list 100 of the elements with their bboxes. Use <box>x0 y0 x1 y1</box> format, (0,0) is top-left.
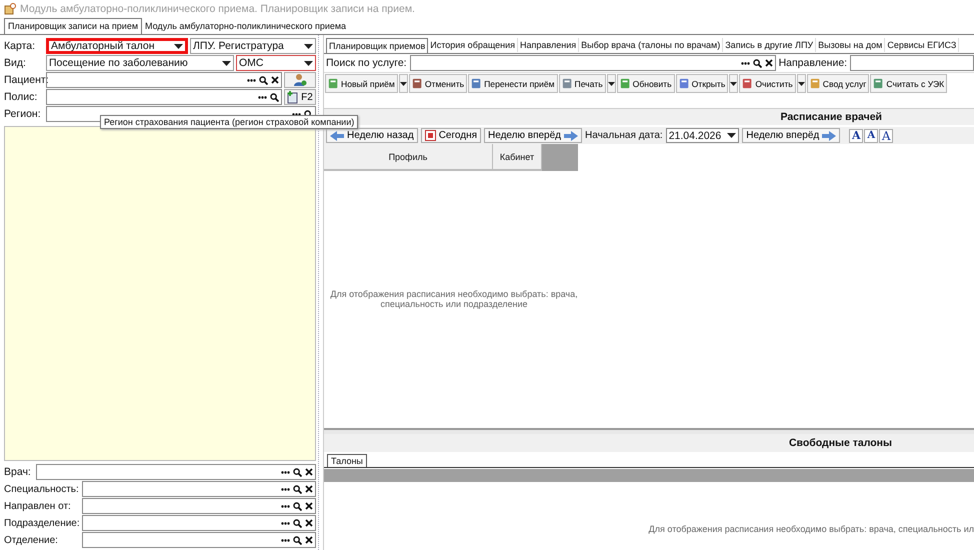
field-label: Врач: <box>4 466 32 478</box>
dropdown-arrow-icon[interactable] <box>174 44 183 48</box>
section-tab[interactable]: Направления <box>518 38 580 52</box>
lookup-field[interactable] <box>82 498 316 514</box>
section-tab[interactable]: Вызовы на дом <box>816 38 886 52</box>
service-search-field[interactable] <box>410 55 776 71</box>
dropdown-field[interactable]: ЛПУ. Регистратура <box>190 38 316 54</box>
close-icon[interactable] <box>764 59 773 67</box>
close-icon[interactable] <box>305 502 313 510</box>
person-icon <box>293 73 307 87</box>
search-icon[interactable] <box>293 536 302 544</box>
module-tab[interactable]: Планировщик записи на прием <box>4 18 142 34</box>
lookup-field[interactable] <box>82 515 316 531</box>
toolbar-button[interactable]: Обновить <box>616 74 675 93</box>
tickets-tab[interactable]: Талоны <box>327 454 367 467</box>
grid-header-fill <box>542 144 578 171</box>
font-size-button[interactable]: A <box>879 128 894 142</box>
today-button[interactable]: Сегодня <box>420 128 482 143</box>
direction-field[interactable] <box>850 55 974 71</box>
font-size-button[interactable]: A <box>849 128 864 142</box>
dropdown-arrow-icon[interactable] <box>304 44 313 48</box>
toolbar-button[interactable]: Перенести приём <box>468 74 558 93</box>
dropdown-button[interactable] <box>606 74 616 93</box>
search-icon[interactable] <box>293 502 302 510</box>
lookup-field[interactable] <box>36 464 316 480</box>
toolbar-icon <box>562 78 573 89</box>
section-tab[interactable]: Запись в другие ЛПУ <box>723 38 816 52</box>
toolbar-button[interactable]: Открыть <box>676 74 728 93</box>
window-title: Модуль амбулаторно-поликлинического приема. Планировщик записи на прием. <box>20 3 415 15</box>
empty-message: Для отображения расписания необходимо выбрать: врача, специальность ил <box>648 524 974 534</box>
dropdown-button[interactable] <box>796 74 806 93</box>
field-label: Регион: <box>4 108 42 120</box>
more-icon[interactable] <box>258 96 267 98</box>
dropdown-button[interactable] <box>729 74 738 93</box>
toolbar-icon <box>412 78 423 89</box>
dropdown-button[interactable] <box>398 74 408 93</box>
lookup-field[interactable] <box>46 89 282 105</box>
toolbar-icon <box>471 78 482 89</box>
search-icon[interactable] <box>293 468 302 476</box>
calendar-icon <box>424 130 436 141</box>
week-back-button[interactable]: Неделю назад <box>326 128 418 143</box>
lookup-field[interactable] <box>82 532 316 548</box>
section-tab[interactable]: Сервисы ЕГИСЗ <box>885 38 960 52</box>
more-icon[interactable] <box>281 538 290 542</box>
close-icon[interactable] <box>305 536 313 544</box>
toolbar-button[interactable]: Очистить <box>739 74 796 93</box>
week-forward-button[interactable]: Неделю вперёд <box>742 128 840 143</box>
search-icon[interactable] <box>752 58 762 68</box>
lookup-field[interactable] <box>82 481 316 497</box>
close-icon[interactable] <box>271 76 279 84</box>
close-icon[interactable] <box>305 519 313 527</box>
toolbar-icon <box>328 78 339 89</box>
toolbar-button[interactable]: Свод услуг <box>806 74 870 93</box>
dropdown-field[interactable]: ОМС <box>236 55 316 71</box>
more-icon[interactable] <box>247 78 256 82</box>
field-label: Вид: <box>4 57 27 69</box>
empty-message: Для отображения расписания необходимо выбрать: врача, специальность или подразделение <box>329 289 579 311</box>
toolbar-button[interactable]: Отменить <box>408 74 468 93</box>
close-icon[interactable] <box>305 468 313 476</box>
field-label: Подразделение: <box>4 518 80 528</box>
add-patient-button[interactable] <box>284 72 316 88</box>
schedule-title: Расписание врачей <box>780 111 882 123</box>
field-label: Специальность: <box>4 484 80 494</box>
search-icon[interactable] <box>293 484 302 494</box>
dropdown-arrow-icon <box>798 82 805 86</box>
date-field[interactable]: 21.04.2026 <box>666 128 740 143</box>
more-icon[interactable] <box>281 504 290 508</box>
dropdown-arrow-icon <box>727 133 736 138</box>
toolbar-button[interactable]: Считать с УЭК <box>870 74 948 93</box>
font-size-button[interactable]: A <box>864 128 878 142</box>
new-policy-button[interactable]: F2 <box>284 89 316 105</box>
close-icon[interactable] <box>305 485 313 493</box>
toolbar-icon <box>678 78 690 89</box>
more-icon[interactable] <box>281 522 290 524</box>
dropdown-arrow-icon <box>608 82 615 86</box>
module-tab[interactable]: Модуль амбулаторно-поликлинического приема <box>142 19 350 34</box>
column-header: Кабинет <box>493 144 542 171</box>
dropdown-arrow-icon[interactable] <box>304 60 313 66</box>
arrow-right-icon <box>564 130 578 140</box>
dropdown-field[interactable]: Амбулаторный талон <box>46 38 188 54</box>
toolbar-button[interactable]: Печать <box>558 74 606 93</box>
search-icon[interactable] <box>293 518 302 528</box>
search-icon[interactable] <box>270 92 279 102</box>
lookup-field[interactable] <box>46 72 282 88</box>
section-tab[interactable]: История обращения <box>428 38 518 52</box>
search-icon[interactable] <box>259 76 268 84</box>
toolbar-button[interactable]: Новый приём <box>325 74 398 93</box>
arrow-left-icon <box>330 130 344 140</box>
week-forward-button[interactable]: Неделю вперёд <box>484 128 582 143</box>
dropdown-field[interactable]: Посещение по заболеванию <box>46 55 234 71</box>
more-icon[interactable] <box>281 470 290 474</box>
section-tab[interactable]: Планировщик приемов <box>326 38 428 53</box>
field-label: Отделение: <box>4 534 59 546</box>
app-icon <box>4 3 16 15</box>
section-tab[interactable]: Выбор врача (талоны по врачам) <box>579 38 724 52</box>
more-icon[interactable] <box>292 112 301 116</box>
dropdown-arrow-icon[interactable] <box>222 60 231 66</box>
more-icon[interactable] <box>740 62 750 64</box>
more-icon[interactable] <box>281 488 290 490</box>
toolbar-icon <box>620 78 631 89</box>
